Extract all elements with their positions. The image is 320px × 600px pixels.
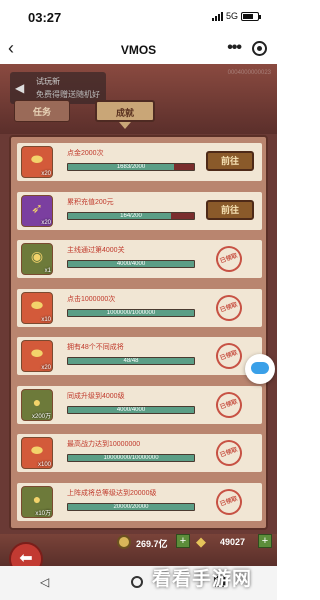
progress-bar: 4000/4000 [67,405,195,414]
close-target-icon[interactable] [252,41,267,56]
gem-amount: 49027 [220,537,246,547]
add-gems-button[interactable]: + [258,534,272,548]
reward-glyph: ⬬ [31,296,43,313]
achievement-row: ⬬ x20 点金2000次 1683/2000 前往 [17,143,262,181]
reward-count: x10万 [35,510,51,517]
achievement-title: 最高战力达到10000000 [67,441,141,448]
claimed-stamp: 已领取 [212,290,246,325]
signal-icon [211,11,223,21]
achievement-title: 累积充值200元 [67,198,114,206]
gold-ingot-currency-icon: ◆ [196,534,206,549]
reward-glyph: ⬬ [31,345,43,361]
reward-count: x20 [41,365,51,371]
gold-ingot-icon: ⬬ x100 [21,437,53,469]
reward-glyph: ● [32,393,42,410]
ad-line-1: 试玩新 [36,77,60,86]
system-home-icon[interactable] [131,576,143,588]
status-bar: 03:27 5G [0,0,277,34]
claimed-stamp: 已领取 [212,436,246,470]
reward-glyph: ● [32,490,42,507]
reward-glyph: ➶ [31,199,43,216]
speaker-icon: ◀ [15,81,25,95]
gold-ingot-icon: ⬬ x10 [21,291,53,324]
corner-id-text: 0004000000023 [227,70,271,76]
achievement-row: ⬬ x20 拥有48个不同成将 48/48 已领取 [17,337,262,375]
claimed-stamp: 已领取 [212,242,246,276]
progress-bar: 10000000/10000000 [67,454,195,462]
achievement-list: ⬬ x20 点金2000次 1683/2000 前往 ➶ x20 累积充值200元 164/20… [9,135,268,530]
progress-text: 1000000/1000000 [106,309,156,316]
more-options-icon[interactable]: ••• [227,39,242,57]
reward-count: x20 [41,171,51,177]
battery-icon [241,11,261,21]
progress-text: 1683/2000 [116,164,146,170]
progress-bar: 1683/2000 [67,163,195,171]
claimed-stamp: 已领取 [212,484,246,519]
coin-pile-icon: ● x10万 [21,485,53,518]
progress-text: 4000/4000 [116,261,146,267]
reward-count: x1 [44,268,51,274]
achievement-row: ● x200万 同成升级到4000级 4000/4000 已领取 [17,385,262,424]
tab-achievements[interactable]: 成就 [95,100,155,122]
coin-icon [117,535,131,549]
active-tab-indicator [119,122,131,129]
achievement-row: ◉ x1 主线通过第4000关 4000/4000 已领取 [17,240,262,278]
achievement-title: 主线通过第4000关 [67,247,125,254]
reward-glyph: ⬬ [31,151,43,167]
reward-glyph: ◉ [30,248,44,264]
gold-ingot-icon: ⬬ x20 [21,340,53,372]
game-screen: ◀ 试玩新 免费得赠送随机好礼 0004000000023 任务 成就 ⬬x20… [0,64,277,566]
progress-bar: 20000/20000 [67,502,195,511]
feather-icon: ➶ x20 [21,194,53,227]
coin-amount: 269.7亿 [136,539,168,549]
progress-text: 48/48 [123,358,139,364]
go-button[interactable]: 前往 [206,199,254,220]
status-time: 03:27 [28,10,62,25]
achievement-row: ⬬ x10 点击1000000次 1000000/1000000 已领取 [17,288,262,327]
floating-cloud-button[interactable] [245,354,275,384]
status-icons: 5G [211,11,261,21]
watermark-text: 看看手游网 [152,569,253,590]
tab-tasks[interactable]: 任务 [14,100,70,122]
achievement-title: 点击1000000次 [67,295,116,303]
achievement-row: ⬬ x100 最高战力达到10000000 10000000/10000000 已领取 [17,434,262,472]
claimed-stamp: 已领取 [212,387,246,422]
reward-glyph: ⬬ [31,442,43,458]
system-back-icon[interactable]: ◁ [40,575,49,589]
claimed-stamp: 已领取 [212,339,246,373]
progress-bar: 48/48 [67,357,195,365]
drum-icon: ◉ x1 [21,243,53,275]
reward-count: x20 [41,219,51,226]
network-type: 5G [225,11,238,21]
achievement-row: ● x10万 上阵成将总等级达到20000级 20000/20000 已领取 [17,482,262,521]
reward-count: x10 [41,316,51,323]
achievement-title: 同成升级到4000级 [67,392,125,400]
progress-bar: 164/200 [67,211,195,220]
gold-ingot-icon: ⬬ x20 [21,146,53,178]
achievement-title: 点金2000次 [67,150,104,157]
coin-pile-icon: ● x200万 [21,388,53,421]
progress-text: 10000000/10000000 [103,455,159,461]
go-button[interactable]: 前往 [206,151,254,171]
app-navbar: ‹ VMOS ••• [0,34,277,64]
progress-text: 4000/4000 [116,406,146,413]
achievement-title: 拥有48个不同成将 [67,344,124,351]
progress-bar: 1000000/1000000 [67,308,195,317]
progress-bar: 4000/4000 [67,260,195,268]
achievement-title: 上阵成将总等级达到20000级 [67,489,157,497]
achievement-row: ➶ x20 累积充值200元 164/200 前往 [17,191,262,230]
progress-text: 164/200 [120,212,142,219]
progress-text: 20000/20000 [113,503,149,510]
reward-count: x100 [37,462,51,468]
cloud-icon [251,362,269,374]
add-coins-button[interactable]: + [176,534,190,548]
reward-count: x200万 [31,413,51,420]
